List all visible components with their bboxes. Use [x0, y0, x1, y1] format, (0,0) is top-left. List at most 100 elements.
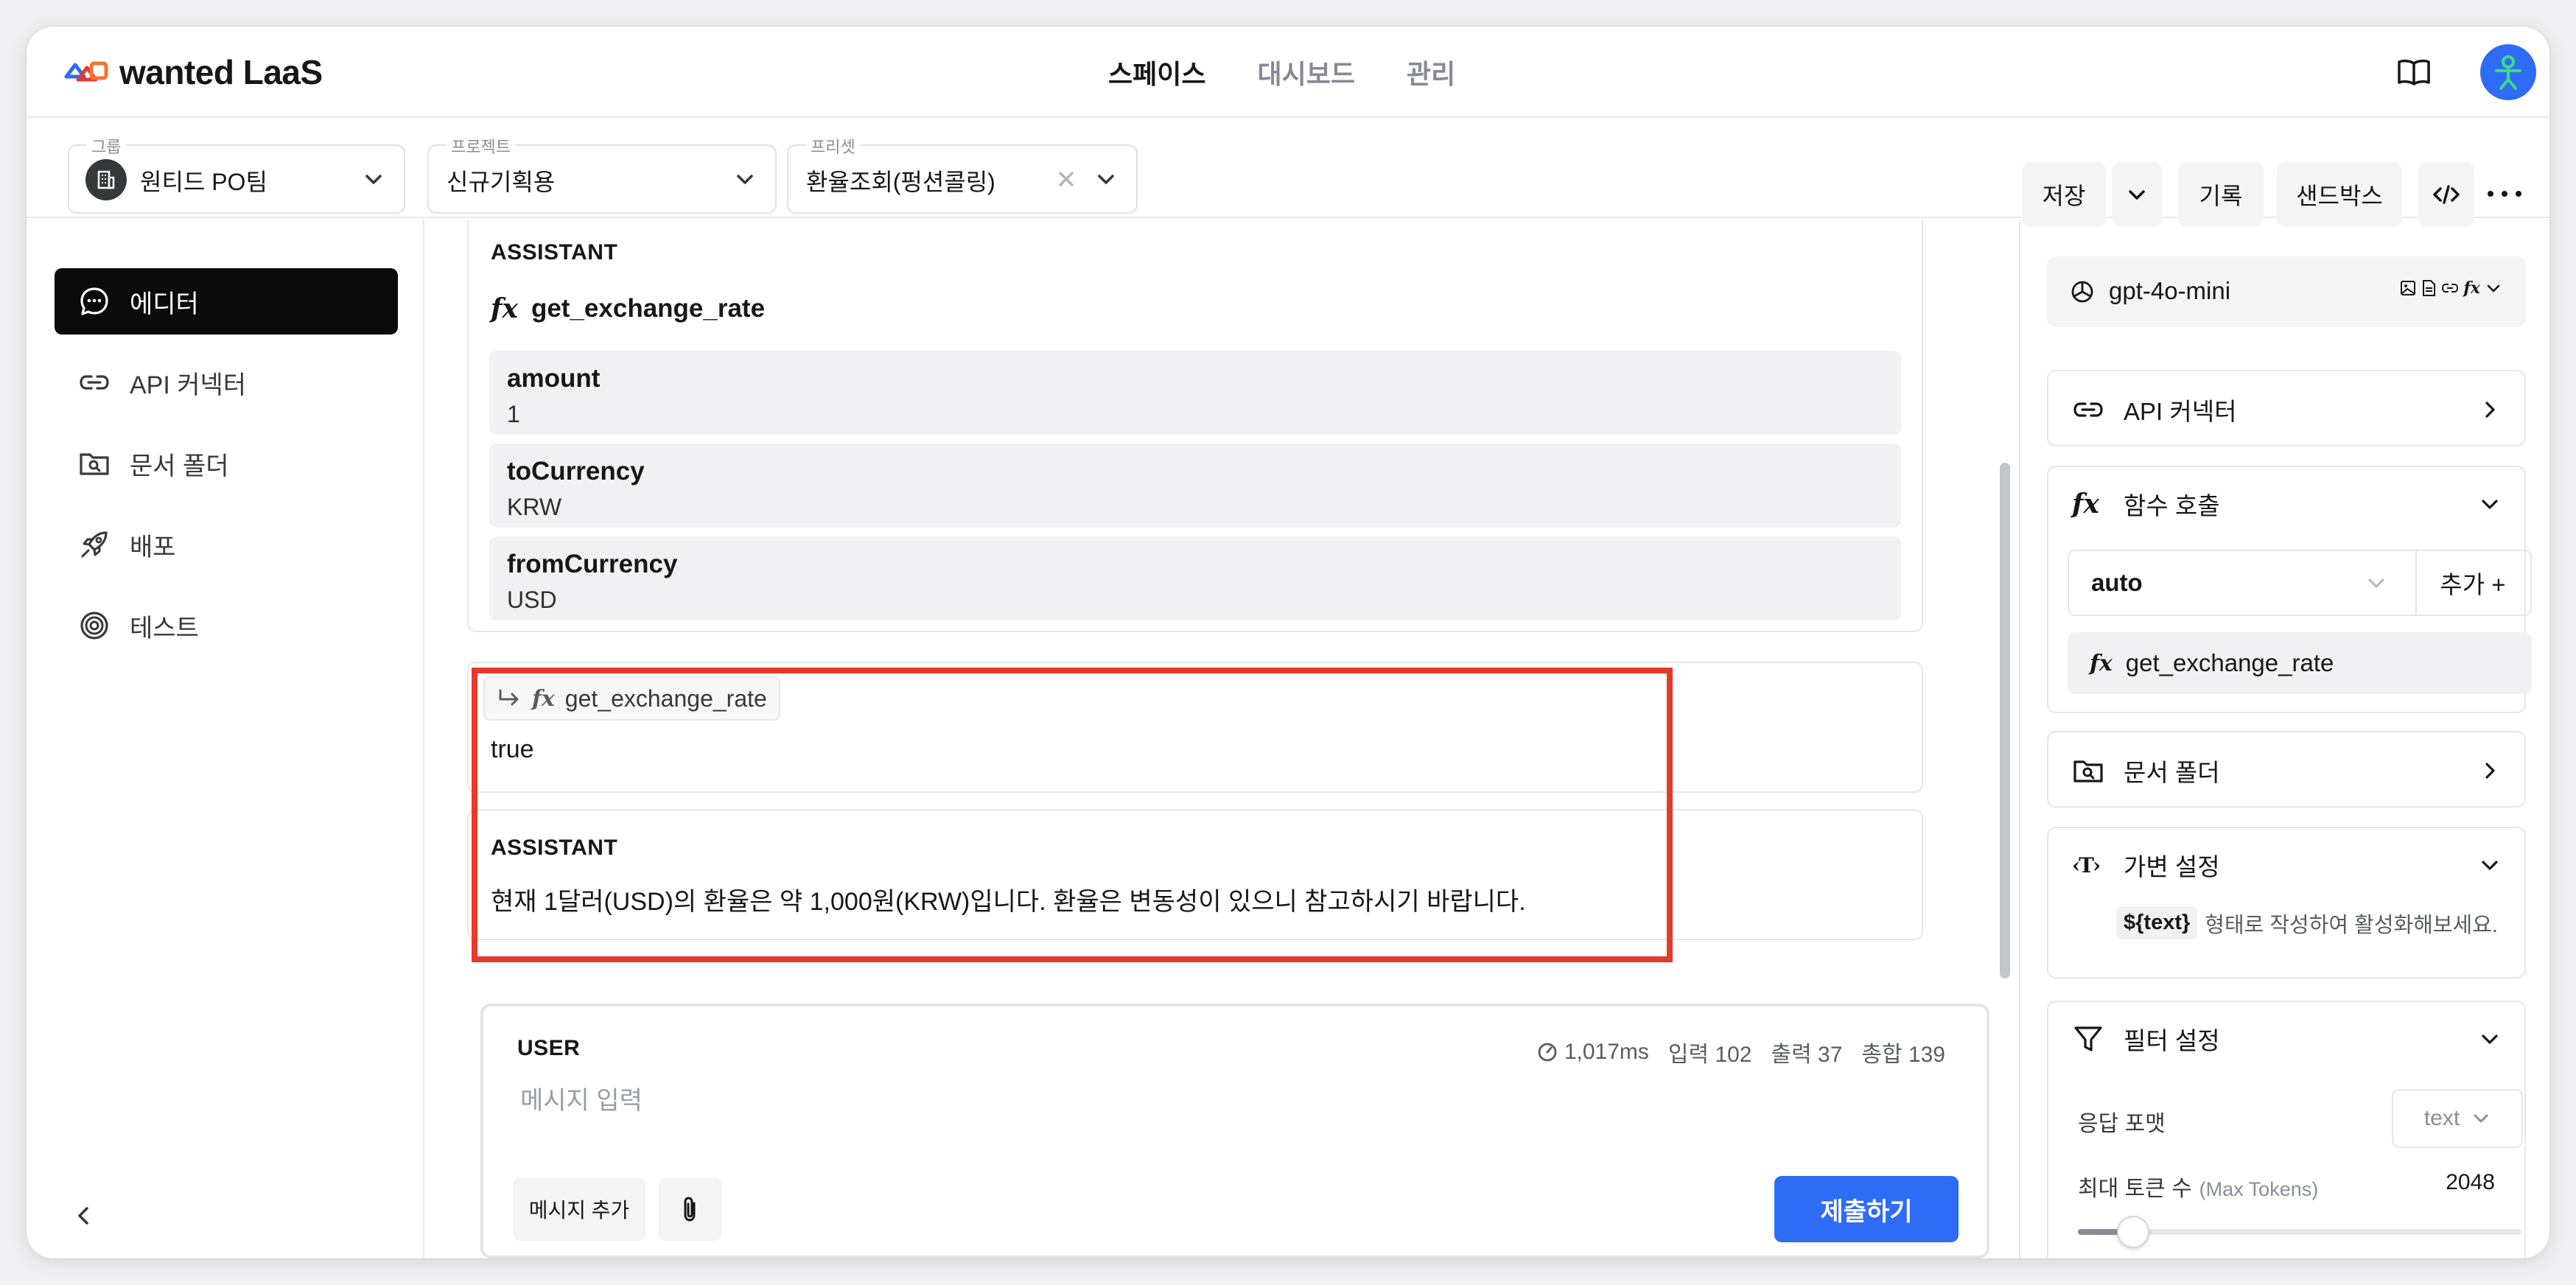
- variables-hint-text: 형태로 작성하여 활성화해보세요.: [2205, 913, 2498, 937]
- app-window: wanted LaaS 스페이스 대시보드 관리 그룹 원티드 PO팀 프로젝트…: [27, 27, 2549, 1258]
- add-function-button[interactable]: 추가 +: [2415, 551, 2530, 615]
- code-icon: [2433, 185, 2460, 204]
- preset-select-label: 프리셋: [806, 134, 860, 158]
- target-icon: [80, 612, 108, 640]
- chevron-down-icon: [2482, 1034, 2498, 1044]
- max-tokens-sublabel: (Max Tokens): [2199, 1178, 2319, 1200]
- save-button[interactable]: 저장: [2022, 162, 2106, 227]
- logo-icon: [64, 61, 108, 82]
- building-icon: [85, 159, 127, 200]
- function-list-item[interactable]: fx get_exchange_rate: [2068, 632, 2532, 694]
- top-navigation-bar: wanted LaaS 스페이스 대시보드 관리: [27, 27, 2549, 118]
- paperclip-icon: [684, 1197, 696, 1222]
- group-select[interactable]: 그룹 원티드 PO팀: [68, 134, 405, 214]
- preset-select[interactable]: 프리셋 환율조회(펑션콜링): [787, 134, 1138, 214]
- function-call-title: fx get_exchange_rate: [491, 293, 765, 324]
- chat-bubble-icon: [80, 287, 108, 315]
- chevron-down-icon: [2368, 578, 2384, 588]
- function-icon: fx: [2090, 650, 2113, 676]
- project-select[interactable]: 프로젝트 신규기획용: [427, 134, 777, 214]
- clear-icon[interactable]: [1055, 168, 1077, 190]
- function-arg: toCurrency KRW: [489, 444, 1901, 528]
- sidebar-item-label: 테스트: [130, 614, 199, 642]
- function-capability-icon: fx: [2463, 279, 2480, 298]
- response-format-select[interactable]: text: [2392, 1089, 2523, 1148]
- sidebar-item-doc-folder[interactable]: 문서 폴더: [55, 430, 398, 497]
- function-mode-value: auto: [2091, 569, 2143, 596]
- openai-icon: [2071, 281, 2093, 303]
- chevron-right-icon: [2485, 402, 2495, 418]
- usage-stats: 1,017ms 입력 102 출력 37 총합 139: [1536, 1036, 1945, 1068]
- api-connector-section[interactable]: API 커넥터: [2047, 370, 2526, 447]
- folder-search-icon: [2073, 760, 2103, 782]
- sidebar-item-label: 문서 폴더: [130, 452, 229, 480]
- message-input[interactable]: 메시지 입력: [520, 1080, 643, 1116]
- max-tokens-slider[interactable]: [2078, 1216, 2521, 1248]
- chevron-down-icon: [2487, 284, 2500, 293]
- image-capability-icon: [2401, 281, 2416, 295]
- chevron-down-icon: [365, 175, 382, 184]
- left-sidebar: 에디터 API 커넥터 문서 폴더 배포 테스트: [27, 220, 424, 1258]
- function-list-item-name: get_exchange_rate: [2125, 649, 2334, 676]
- chevron-down-icon: [2474, 1114, 2488, 1123]
- sidebar-item-editor[interactable]: 에디터: [55, 268, 398, 335]
- save-options-button[interactable]: [2112, 162, 2162, 227]
- attach-button[interactable]: [659, 1177, 722, 1241]
- user-avatar[interactable]: [2480, 44, 2536, 100]
- sidebar-item-label: 에디터: [130, 290, 199, 318]
- filter-section: 필터 설정 응답 포맷 text 최대 토큰 수 (Max Tokens) 20…: [2047, 1001, 2526, 1258]
- filter-header[interactable]: 필터 설정: [2072, 1021, 2501, 1057]
- variables-header[interactable]: ‹T› 가변 설정: [2072, 847, 2501, 883]
- project-select-value: 신규기획용: [447, 169, 556, 195]
- sidebar-item-test[interactable]: 테스트: [55, 592, 398, 659]
- function-call-header[interactable]: fx 함수 호출: [2072, 486, 2501, 522]
- function-arg: amount 1: [489, 351, 1901, 435]
- nav-item-dashboard[interactable]: 대시보드: [1257, 53, 1354, 91]
- sidebar-item-label: API 커넥터: [130, 371, 247, 399]
- function-mode-select[interactable]: auto 추가 +: [2068, 550, 2532, 616]
- code-view-button[interactable]: [2418, 162, 2474, 227]
- conversation-scrollbar[interactable]: [2000, 463, 2010, 978]
- link-icon: [2073, 402, 2103, 417]
- rocket-icon: [81, 531, 108, 558]
- doc-folder-section[interactable]: 문서 폴더: [2047, 731, 2526, 808]
- filter-funnel-icon: [2074, 1026, 2102, 1051]
- group-select-label: 그룹: [87, 134, 126, 158]
- sidebar-item-deploy[interactable]: 배포: [55, 511, 398, 578]
- highlight-annotation-box: [472, 668, 1673, 962]
- arg-key: amount: [507, 364, 601, 393]
- input-role: USER: [517, 1036, 581, 1060]
- chevron-down-icon: [737, 175, 753, 184]
- sidebar-item-api-connector[interactable]: API 커넥터: [55, 349, 398, 416]
- history-button[interactable]: 기록: [2178, 162, 2264, 227]
- message-role: ASSISTANT: [491, 240, 618, 265]
- response-format-value: text: [2423, 1106, 2460, 1130]
- main-nav: 스페이스 대시보드 관리: [1108, 27, 1455, 118]
- project-select-label: 프로젝트: [447, 134, 515, 158]
- add-message-button[interactable]: 메시지 추가: [513, 1177, 645, 1241]
- function-call-title: 함수 호출: [2124, 492, 2220, 519]
- max-tokens-slider-handle[interactable]: [2117, 1216, 2149, 1248]
- response-format-label: 응답 포맷: [2078, 1112, 2166, 1136]
- link-icon: [80, 375, 109, 390]
- total-tokens: 총합 139: [1861, 1043, 1945, 1067]
- collapse-sidebar-icon[interactable]: [71, 1202, 97, 1229]
- more-icon[interactable]: [2488, 183, 2521, 205]
- nav-item-space[interactable]: 스페이스: [1108, 53, 1205, 91]
- chevron-down-icon: [2129, 190, 2145, 200]
- nav-item-admin[interactable]: 관리: [1407, 53, 1455, 91]
- submit-button[interactable]: 제출하기: [1774, 1176, 1959, 1242]
- max-tokens-label: 최대 토큰 수: [2078, 1177, 2192, 1201]
- model-select[interactable]: gpt-4o-mini fx: [2047, 256, 2526, 327]
- docs-book-icon[interactable]: [2393, 52, 2435, 93]
- brand-logo[interactable]: wanted LaaS: [62, 53, 323, 91]
- header-actions: [2393, 44, 2536, 100]
- function-name: get_exchange_rate: [531, 294, 766, 323]
- editor-toolbar: 그룹 원티드 PO팀 프로젝트 신규기획용 프리셋 환율조회(펑션콜링) 저장 …: [27, 118, 2549, 227]
- sandbox-button[interactable]: 샌드박스: [2277, 162, 2402, 227]
- variable-syntax-code: ${text}: [2116, 906, 2198, 939]
- chevron-down-icon: [2482, 861, 2498, 870]
- variables-hint: ${text} 형태로 작성하여 활성화해보세요.: [2116, 906, 2498, 939]
- model-capabilities: fx: [2400, 279, 2502, 298]
- variables-section: ‹T› 가변 설정 ${text} 형태로 작성하여 활성화해보세요.: [2047, 827, 2526, 978]
